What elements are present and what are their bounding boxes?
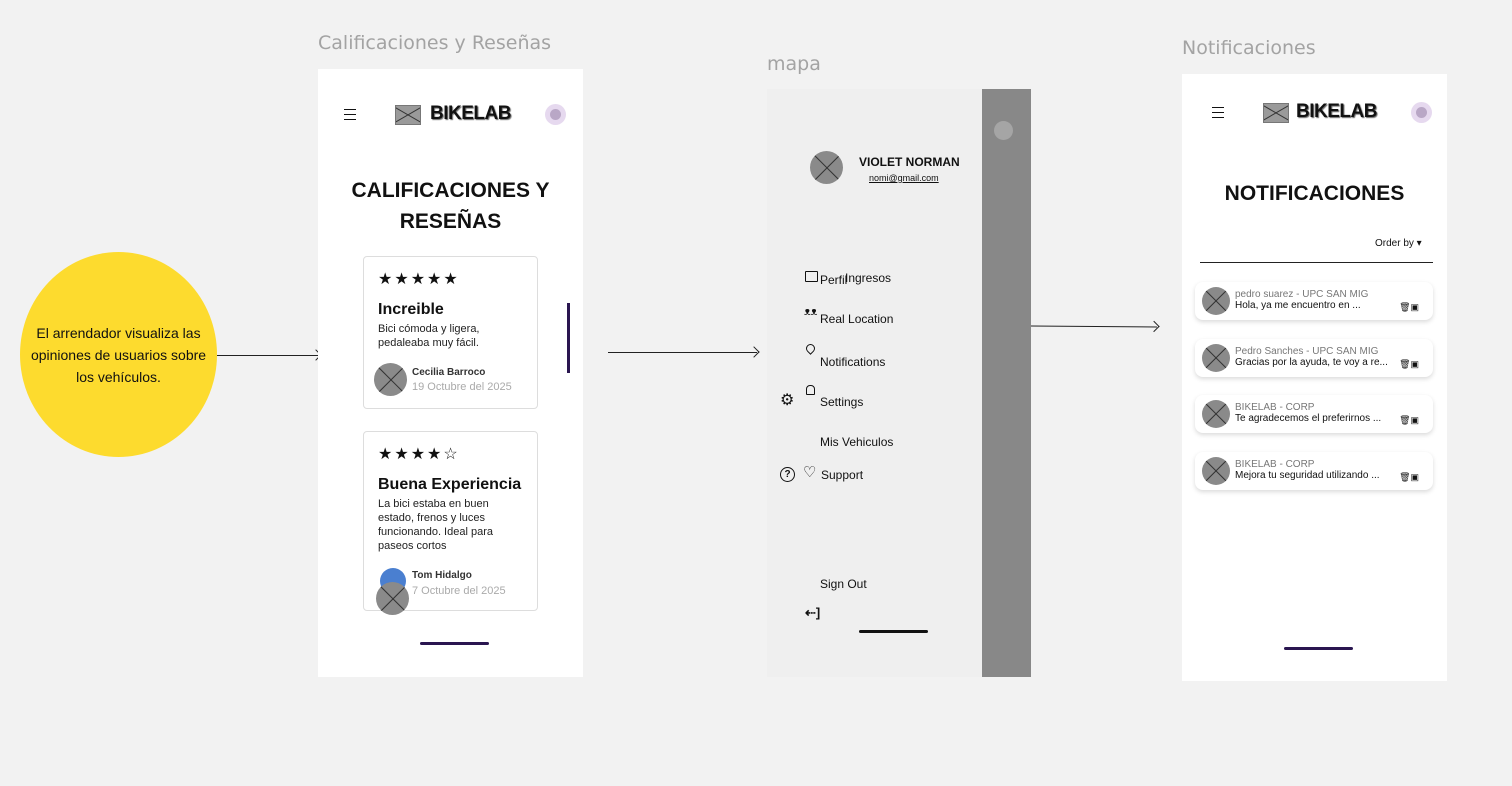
location-pin-icon [804,342,817,355]
order-by-dropdown[interactable]: Order by ▾ [1375,238,1422,249]
menu-icon[interactable] [1212,107,1224,118]
user-name: VIOLET NORMAN [859,155,960,169]
review-date: 19 Octubre del 2025 [412,381,512,393]
avatar[interactable] [545,104,566,125]
map-screen: VIOLET NORMAN nomi@gmail.com Perfil Ingr… [767,89,1031,677]
notification-sender: BIKELAB - CORP [1235,402,1315,413]
card-icon [805,271,818,282]
trash-icon[interactable]: 🗑▣ [1399,302,1419,313]
notification-sender: Pedro Sanches - UPC SAN MIG [1235,346,1379,357]
logout-icon[interactable]: ⇠] [805,606,820,619]
menu-item-settings[interactable]: Settings [820,395,863,409]
sticky-note: El arrendador visualiza las opiniones de… [20,252,217,457]
flow-arrow [1030,325,1158,328]
trash-icon[interactable]: 🗑▣ [1399,472,1419,483]
reviews-screen: BIKELAB CALIFICACIONES Y RESEÑAS ★★★★★ I… [318,69,583,677]
home-indicator [420,642,489,645]
trash-icon[interactable]: 🗑▣ [1399,359,1419,370]
star-rating: ★★★★★ [378,271,460,288]
avatar[interactable] [1411,102,1432,123]
notification-message: Mejora tu seguridad utilizando ... [1235,470,1380,481]
star-rating: ★★★★☆ [378,446,460,463]
scrollbar[interactable] [567,303,570,373]
menu-item-ingresos[interactable]: Ingresos [845,271,891,285]
menu-icon[interactable] [344,109,356,120]
menu-item-sign-out[interactable]: Sign Out [820,577,867,591]
review-card[interactable]: ★★★★★ Increible Bici cómoda y ligera, pe… [363,256,538,409]
help-icon: ? [780,467,795,482]
notification-item[interactable]: pedro suarez - UPC SAN MIG Hola, ya me e… [1195,282,1433,320]
notification-message: Hola, ya me encuentro en ... [1235,300,1361,311]
reviewer-avatar [376,582,409,615]
home-indicator [1284,647,1353,650]
divider [1200,262,1433,263]
group-icon: ᴥᴥ [804,306,818,318]
page-title: CALIFICACIONES Y RESEÑAS [351,179,550,233]
user-email[interactable]: nomi@gmail.com [869,173,939,183]
notification-message: Te agradecemos el preferirnos ... [1235,413,1382,424]
review-body: Bici cómoda y ligera, pedaleaba muy fáci… [378,323,480,349]
review-body: La bici estaba en buen estado, frenos y … [378,498,493,552]
sender-avatar [1202,457,1230,485]
review-title: Increible [378,301,444,318]
notification-sender: pedro suarez - UPC SAN MIG [1235,289,1369,300]
frame-label-reviews: Calificaciones y Reseñas [318,32,552,54]
frame-label-map: mapa [767,53,821,75]
heart-icon: ♡ [803,464,817,481]
map-overlay [982,89,1031,677]
notification-sender: BIKELAB - CORP [1235,459,1315,470]
menu-item-mis-vehiculos[interactable]: Mis Vehiculos [820,435,893,449]
bell-icon [806,385,815,395]
brand-name: BIKELAB [430,103,511,124]
user-avatar [810,151,843,184]
menu-item-support[interactable]: Support [821,468,863,482]
notification-item[interactable]: Pedro Sanches - UPC SAN MIG Gracias por … [1195,339,1433,377]
sender-avatar [1202,344,1230,372]
trash-icon[interactable]: 🗑▣ [1399,415,1419,426]
notification-item[interactable]: BIKELAB - CORP Te agradecemos el preferi… [1195,395,1433,433]
review-date: 7 Octubre del 2025 [412,585,506,597]
frame-label-notifications: Notificaciones [1182,37,1316,59]
notification-item[interactable]: BIKELAB - CORP Mejora tu seguridad utili… [1195,452,1433,490]
notifications-screen: BIKELAB NOTIFICACIONES Order by ▾ pedro … [1182,74,1447,681]
flow-arrow [608,352,757,353]
review-title: Buena Experiencia [378,476,522,493]
sender-avatar [1202,400,1230,428]
reviewer-name: Cecilia Barroco [412,367,486,378]
brand-name: BIKELAB [1296,101,1377,122]
menu-item-perfil[interactable]: Perfil [820,273,847,287]
reviewer-avatar [374,363,407,396]
flow-arrow [217,355,319,356]
page-title: NOTIFICACIONES [1224,182,1405,205]
menu-item-real-location[interactable]: Real Location [820,312,893,326]
logo-image [395,105,421,125]
gear-icon: ⚙ [780,392,795,409]
review-card[interactable]: ★★★★☆ Buena Experiencia La bici estaba e… [363,431,538,615]
menu-item-notifications[interactable]: Notifications [820,355,885,369]
home-indicator [859,630,928,633]
sender-avatar [1202,287,1230,315]
logo-image [1263,103,1289,123]
avatar[interactable] [994,121,1013,140]
reviewer-name: Tom Hidalgo [412,570,472,581]
notification-message: Gracias por la ayuda, te voy a re... [1235,357,1388,368]
